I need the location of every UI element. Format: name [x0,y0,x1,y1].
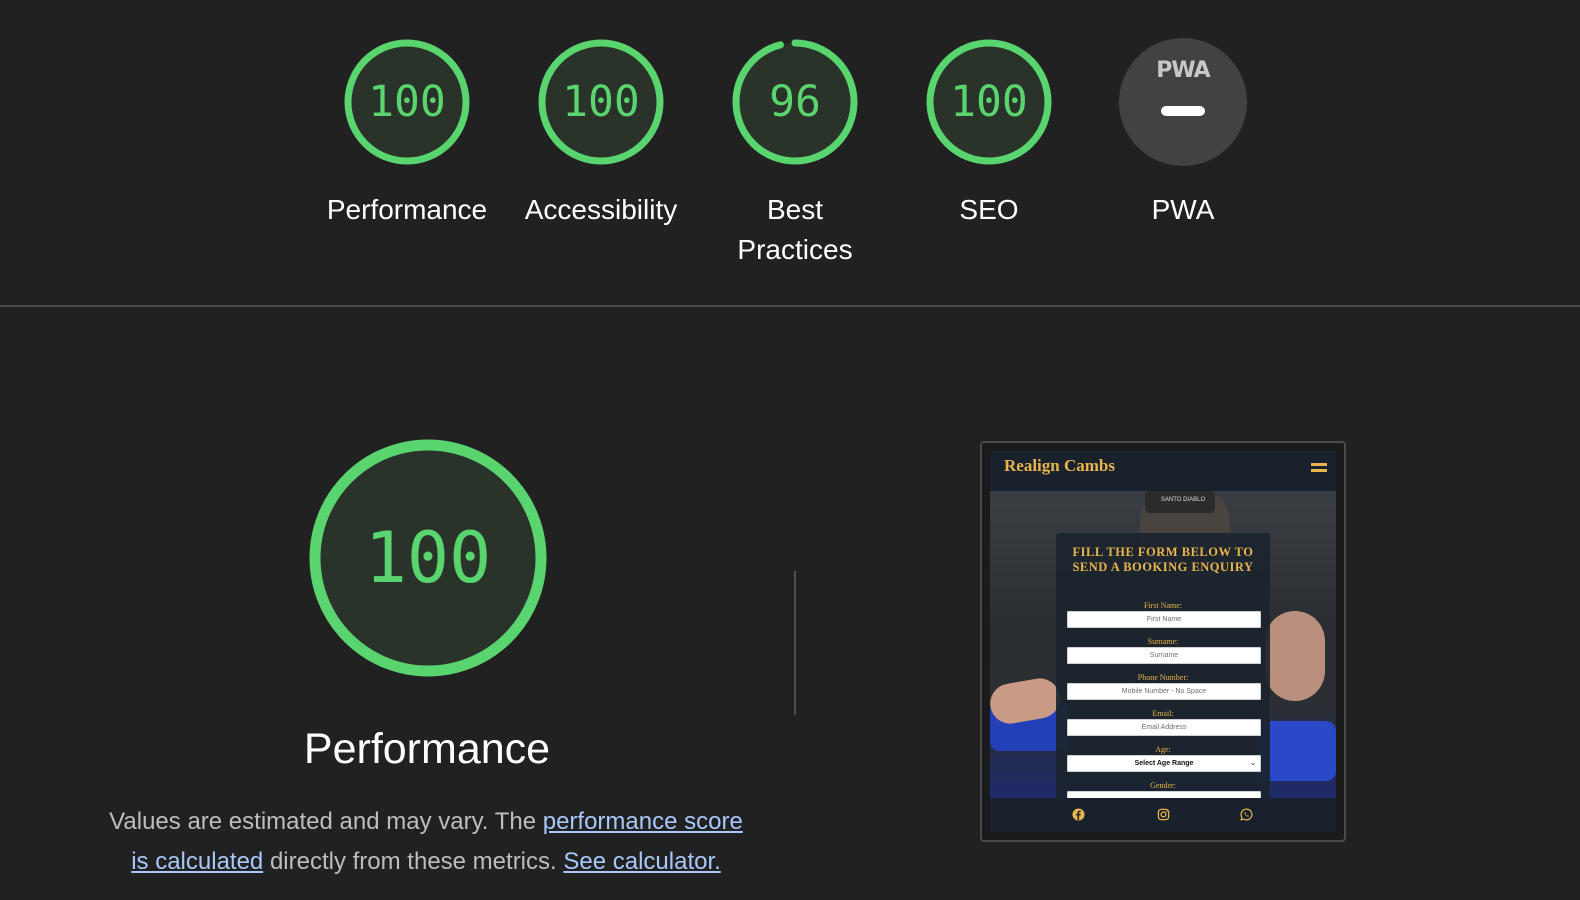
gauge-label-line: Best [766,194,824,225]
gauge-accessibility[interactable]: 100 Accessibility [501,36,701,230]
form-title: FILL THE FORM BELOW TO SEND A BOOKING EN… [1072,545,1254,574]
surname-field: Surname [1067,647,1261,664]
email-field: Email Address [1067,719,1261,736]
gauge-label: Performance [326,194,488,225]
desc-text: directly from these metrics. [263,848,564,875]
see-calculator-link[interactable]: See calculator. [563,848,720,875]
gauge-performance[interactable]: 100 Performance [307,36,507,230]
performance-description: Values are estimated and may vary. The p… [100,802,752,882]
field-label: Phone Number: [1137,673,1189,682]
performance-big-score: 100 [364,517,492,599]
gauge-dial: 100 [535,36,667,168]
gauge-score: 96 [769,77,821,127]
gauge-score: 100 [368,77,446,127]
site-header: Realign Cambs [990,451,1336,491]
not-applicable-dash-icon [1161,106,1205,116]
first-name-field: First Name [1067,611,1261,628]
gauge-label: SEO [959,194,1019,225]
lighthouse-report: 100 Performance 100 Accessibility 96 Bes… [0,0,1580,900]
gauge-score: 100 [950,77,1028,127]
hero-cap-text: SANTO DIABLO [1160,497,1206,503]
desc-text: Values are estimated and may vary. The [109,808,543,835]
gauge-dial: 96 [729,36,861,168]
hero-arm-shape [1265,611,1325,701]
vertical-divider [794,571,796,715]
pwa-badge: PWA [1119,38,1247,166]
gauge-best-practices[interactable]: 96 Best Practices [695,36,895,270]
final-screenshot[interactable]: Realign Cambs SANTO DIABLO FILL THE FORM… [980,441,1346,842]
age-select-value: Select Age Range [1134,760,1194,767]
gauge-dial: 100 [341,36,473,168]
age-select: Select Age Range ⌄ [1067,755,1261,772]
gauge-label-line: Practices [737,234,853,265]
chevron-down-icon: ⌄ [1250,760,1256,767]
site-brand: Realign Cambs [1004,456,1115,475]
field-label: First Name: [1144,601,1182,610]
hamburger-menu-icon [1311,463,1327,473]
gauge-dial: 100 [923,36,1055,168]
instagram-icon [1157,808,1170,821]
phone-field: Mobile Number - No Space [1067,683,1261,700]
site-footer [990,798,1336,832]
gauge-label: PWA [1151,194,1215,225]
performance-big-gauge: 100 [307,437,549,679]
gauge-seo[interactable]: 100 SEO [889,36,1089,230]
booking-form: FILL THE FORM BELOW TO SEND A BOOKING EN… [1056,533,1270,808]
field-label: Age: [1155,745,1171,754]
whatsapp-icon [1240,808,1253,821]
field-label: Gender: [1150,781,1176,790]
facebook-icon [1072,808,1085,821]
gauge-score: 100 [562,77,640,127]
section-divider [0,305,1580,307]
performance-title: Performance [303,725,551,773]
hero-image: SANTO DIABLO FILL THE FORM BELOW TO SEND… [990,491,1336,808]
gauge-label: Best Practices [695,190,895,270]
gauge-label: Accessibility [524,194,678,225]
screenshot-viewport: Realign Cambs SANTO DIABLO FILL THE FORM… [990,451,1336,832]
gauge-pwa[interactable]: PWA PWA [1083,36,1283,230]
field-label: Email: [1152,709,1174,718]
pwa-logo-icon: PWA [1156,58,1210,83]
field-label: Surname: [1147,637,1179,646]
